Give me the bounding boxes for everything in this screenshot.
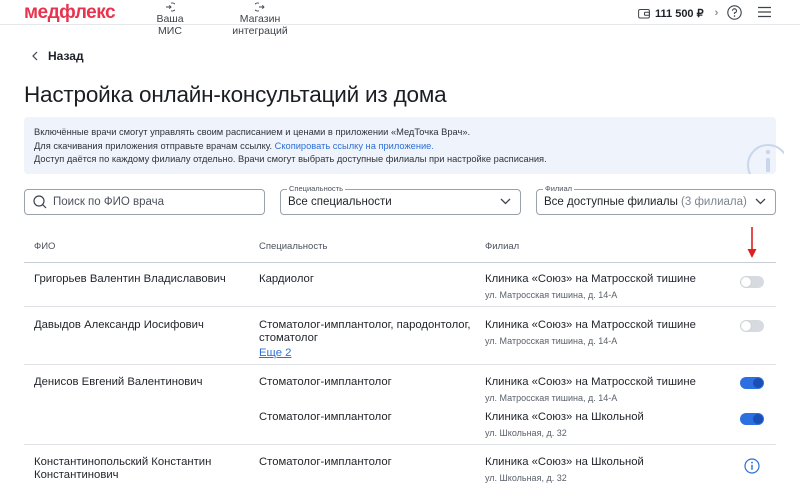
branch-address: ул. Матросская тишина, д. 14-А (485, 393, 618, 403)
chevron-down-icon (500, 198, 511, 205)
table-row-branch: Клиника «Союз» на Матросской тишине ул. … (485, 273, 696, 302)
back-button[interactable]: Назад (32, 49, 84, 63)
branch-address: ул. Матросская тишина, д. 14-А (485, 290, 618, 300)
column-header-branch: Филиал (485, 241, 520, 252)
consultation-toggle[interactable] (740, 320, 764, 332)
arrow-out-circle-icon (255, 2, 265, 12)
specialty-line-1: Стоматолог-имплантолог, пародонтолог, (259, 319, 471, 331)
top-bar: медфлекс Ваша МИС Магазин интеграций 111… (0, 0, 800, 37)
branch-name: Клиника «Союз» на Школьной (485, 411, 644, 423)
chevron-down-icon (755, 198, 766, 205)
table-row-name: Григорьев Валентин Владиславович (34, 273, 226, 285)
table-row-branch: Клиника «Союз» на Матросской тишине ул. … (485, 319, 696, 348)
show-more-link[interactable]: Еще 2 (259, 347, 291, 360)
branch-address: ул. Матросская тишина, д. 14-А (485, 336, 618, 346)
row-divider (24, 306, 776, 307)
specialty-select-label: Специальность (287, 184, 345, 193)
branch-name: Клиника «Союз» на Матросской тишине (485, 319, 696, 331)
info-line-2-text: Для скачивания приложения отправьте врач… (34, 141, 273, 151)
specialty-select-value: Все специальности (288, 196, 392, 208)
balance-widget[interactable]: 111 500 ₽ › (638, 5, 718, 21)
branch-select[interactable]: Филиал Все доступные филиалы (3 филиала) (536, 184, 776, 215)
info-banner: Включённые врачи смогут управлять своим … (24, 117, 776, 174)
branch-select-value: Все доступные филиалы (3 филиала) (544, 196, 747, 208)
branch-count: (3 филиала) (681, 196, 747, 208)
branch-name: Клиника «Союз» на Матросской тишине (485, 376, 696, 388)
branch-address: ул. Школьная, д. 32 (485, 428, 567, 438)
nav-integration-store[interactable]: Магазин интеграций (213, 0, 307, 37)
arrow-in-circle-icon (166, 2, 175, 12)
table-row-name: Давыдов Александр Иосифович (34, 319, 204, 331)
table-row-specialty: Стоматолог-имплантолог (259, 411, 392, 423)
info-watermark-icon (747, 144, 784, 174)
column-header-specialty: Специальность (259, 241, 328, 252)
consultation-toggle[interactable] (740, 276, 764, 288)
name-line-1: Константинопольский Константин (34, 456, 212, 468)
name-line-2: Константинович (34, 469, 119, 481)
branch-name: Клиника «Союз» на Школьной (485, 456, 644, 468)
search-icon (33, 195, 47, 209)
info-line-2: Для скачивания приложения отправьте врач… (34, 141, 434, 151)
info-line-3: Доступ даётся по каждому филиалу отдельн… (34, 154, 547, 164)
table-row-branch: Клиника «Союз» на Школьной ул. Школьная,… (485, 411, 644, 440)
row-divider (24, 364, 776, 365)
column-header-name: ФИО (34, 241, 56, 252)
specialty-line-2: стоматолог (259, 332, 318, 344)
table-row-name: Константинопольский Константин Константи… (34, 456, 211, 482)
branch-select-text: Все доступные филиалы (544, 196, 678, 208)
chevron-right-icon: › (714, 7, 719, 19)
copy-app-link[interactable]: Скопировать ссылку на приложение. (275, 141, 434, 151)
table-row-name: Денисов Евгений Валентинович (34, 376, 203, 388)
consultation-toggle[interactable] (740, 413, 764, 425)
table-row-specialty: Стоматолог-имплантолог (259, 456, 392, 468)
table-row-branch: Клиника «Союз» на Школьной ул. Школьная,… (485, 456, 644, 485)
annotation-arrow-icon (747, 227, 757, 258)
table-row-specialty: Стоматолог-имплантолог (259, 376, 392, 388)
table-row-branch: Клиника «Союз» на Матросской тишине ул. … (485, 376, 696, 405)
doctor-search-field[interactable] (24, 189, 265, 215)
help-icon[interactable] (727, 5, 742, 20)
wallet-icon (638, 8, 650, 18)
hamburger-menu-icon[interactable] (758, 6, 771, 18)
doctor-search-input[interactable] (53, 196, 253, 208)
nav-your-mis[interactable]: Ваша МИС (146, 0, 194, 37)
page-title: Настройка онлайн-консультаций из дома (24, 82, 447, 107)
branch-name: Клиника «Союз» на Матросской тишине (485, 273, 696, 285)
table-header: ФИО Специальность Филиал (24, 230, 776, 263)
consultation-toggle[interactable] (740, 377, 764, 389)
specialty-select[interactable]: Специальность Все специальности (280, 184, 521, 215)
table-row-specialty: Стоматолог-имплантолог, пародонтолог, ст… (259, 319, 470, 360)
balance-amount: 111 500 ₽ (655, 7, 704, 20)
logo[interactable]: медфлекс (24, 2, 116, 24)
nav-your-mis-label: Ваша МИС (156, 13, 184, 37)
info-line-1: Включённые врачи смогут управлять своим … (34, 127, 471, 137)
table-row-specialty: Кардиолог (259, 273, 314, 285)
branch-select-label: Филиал (543, 184, 575, 193)
branch-address: ул. Школьная, д. 32 (485, 473, 567, 483)
chevron-left-icon (32, 51, 38, 61)
nav-integration-store-label: Магазин интеграций (232, 13, 288, 37)
back-label: Назад (48, 49, 84, 63)
info-icon[interactable] (744, 458, 760, 474)
row-divider (24, 444, 776, 445)
